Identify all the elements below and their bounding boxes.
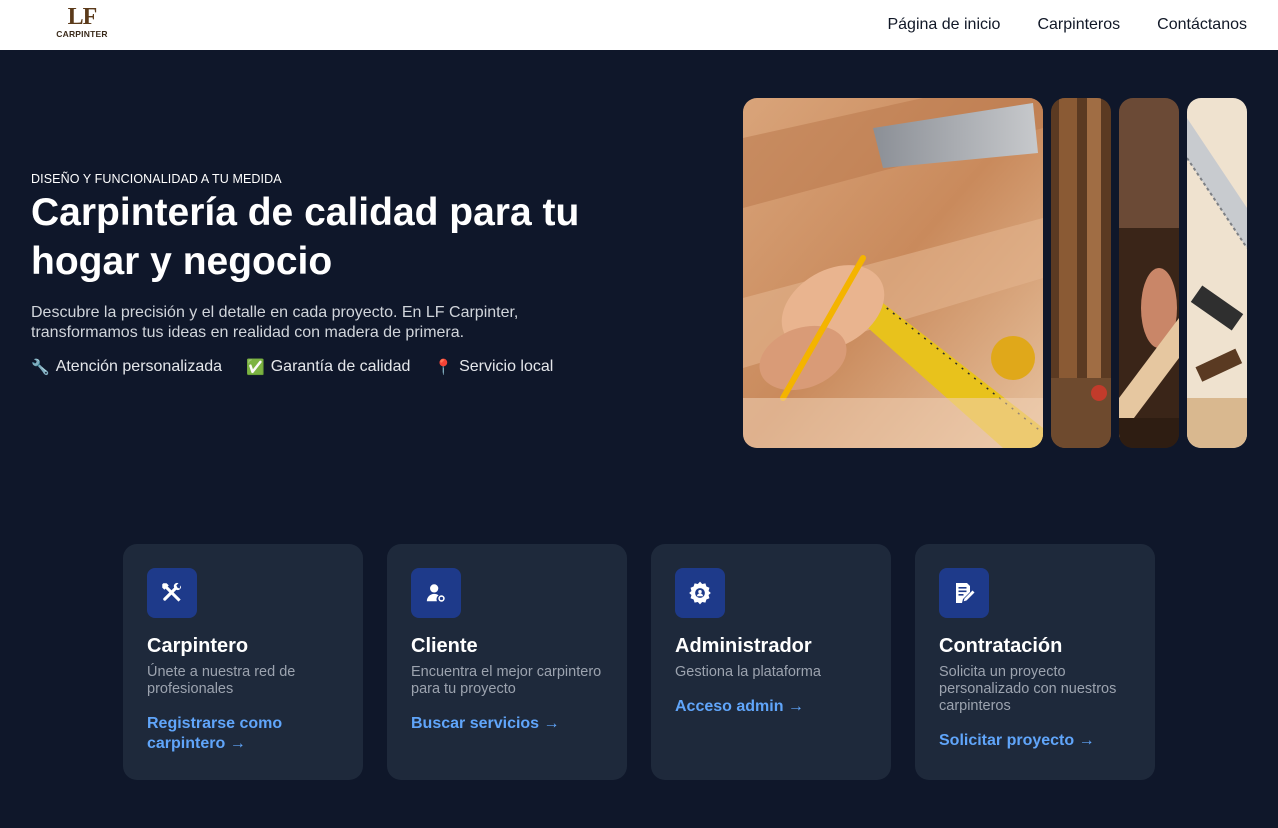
card-title: Cliente: [411, 635, 478, 657]
feature-label: Garantía de calidad: [270, 358, 411, 375]
card-carpenter: Carpintero Únete a nuestra red de profes…: [123, 544, 363, 780]
hero-eyebrow: DISEÑO Y FUNCIONALIDAD A TU MEDIDA: [31, 172, 282, 186]
feature-item: ✅ Garantía de calidad: [246, 358, 410, 376]
card-hiring: Contratación Solicita un proyecto person…: [915, 544, 1155, 780]
feature-item: 📍 Servicio local: [434, 358, 553, 376]
role-cards: Carpintero Únete a nuestra red de profes…: [123, 544, 1155, 780]
card-description: Encuentra el mejor carpintero para tu pr…: [411, 664, 602, 697]
card-description: Solicita un proyecto personalizado con n…: [939, 664, 1117, 714]
admin-access-link[interactable]: Acceso admin →: [675, 697, 867, 717]
search-services-link[interactable]: Buscar servicios →: [411, 714, 603, 734]
gallery-photo-tools[interactable]: [1051, 98, 1111, 448]
card-client: Cliente Encuentra el mejor carpintero pa…: [387, 544, 627, 780]
feature-item: 🔧 Atención personalizada: [31, 358, 222, 376]
card-title: Contratación: [939, 635, 1063, 657]
logo-mark: LF: [67, 4, 98, 30]
hero-description: Descubre la precisión y el detalle en ca…: [31, 304, 519, 341]
photo-gallery: [743, 98, 1247, 448]
card-description: Gestiona la plataforma: [675, 664, 821, 680]
card-admin: Administrador Gestiona la plataforma Acc…: [651, 544, 891, 780]
register-carpenter-link[interactable]: Registrarse como carpintero →: [147, 714, 339, 754]
nav-link-carpenters[interactable]: Carpinteros: [1037, 16, 1120, 34]
logo[interactable]: LF CARPINTER: [52, 5, 112, 43]
main-nav: Página de inicio Carpinteros Contáctanos: [887, 0, 1247, 50]
card-title: Administrador: [675, 635, 812, 657]
gallery-photo-workshop[interactable]: [1119, 98, 1179, 448]
request-project-link[interactable]: Solicitar proyecto →: [939, 731, 1131, 751]
feature-label: Atención personalizada: [55, 358, 223, 375]
card-description: Únete a nuestra red de profesionales: [147, 664, 296, 697]
nav-link-contact[interactable]: Contáctanos: [1157, 16, 1247, 34]
check-icon: ✅: [246, 359, 265, 376]
hammer-wrench-icon: [147, 568, 197, 618]
hero-title: Carpintería de calidad para tu hogar y n…: [31, 191, 580, 283]
card-title: Carpintero: [147, 635, 249, 657]
gallery-photo-measuring[interactable]: [743, 98, 1043, 448]
user-search-icon: [411, 568, 461, 618]
navbar: LF CARPINTER Página de inicio Carpintero…: [0, 0, 1278, 50]
feature-list: 🔧 Atención personalizada ✅ Garantía de c…: [31, 358, 553, 376]
gallery-photo-saw[interactable]: [1187, 98, 1247, 448]
nav-link-home[interactable]: Página de inicio: [887, 16, 1000, 34]
wrench-icon: 🔧: [31, 359, 50, 376]
logo-subtitle: CARPINTER: [56, 29, 108, 39]
pin-icon: 📍: [434, 359, 454, 376]
gear-icon: [675, 568, 725, 618]
feature-label: Servicio local: [459, 358, 554, 375]
document-edit-icon: [939, 568, 989, 618]
